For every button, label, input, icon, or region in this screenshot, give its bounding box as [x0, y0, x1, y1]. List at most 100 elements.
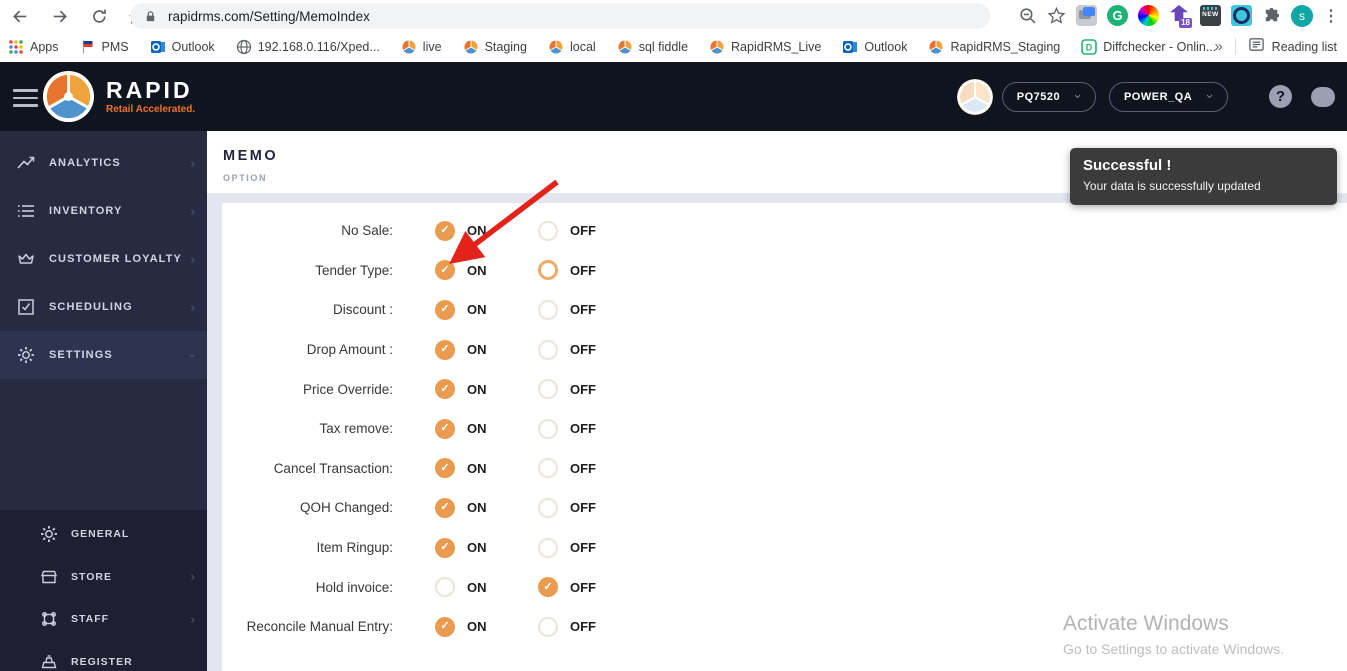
- bookmark-item[interactable]: sql fiddle: [617, 38, 688, 55]
- reading-list-button[interactable]: Reading list: [1248, 36, 1337, 58]
- browser-profile-avatar[interactable]: s: [1291, 4, 1313, 27]
- colorwheel-extension-icon[interactable]: [1138, 5, 1159, 26]
- register-icon: [38, 652, 59, 671]
- success-toast[interactable]: Successful ! Your data is successfully u…: [1070, 148, 1337, 205]
- on-radio[interactable]: ✓: [435, 616, 455, 637]
- on-radio[interactable]: ✓: [435, 339, 455, 360]
- reading-list-icon: [1248, 36, 1265, 58]
- on-label: ON: [467, 540, 487, 556]
- browser-toolbar: rapidrms.com/Setting/MemoIndex G 18 NEW …: [0, 0, 1347, 31]
- bookmark-item[interactable]: RapidRMS_Staging: [928, 38, 1060, 55]
- on-label: ON: [467, 302, 487, 318]
- sidebar-item[interactable]: ANALYTICS ›: [0, 139, 207, 187]
- option-row: No Sale: ✓ ON ✓ OFF: [222, 211, 1347, 251]
- brand-tagline: Retail Accelerated.: [106, 103, 196, 115]
- address-bar[interactable]: rapidrms.com/Setting/MemoIndex: [130, 3, 990, 29]
- check-icon: ✓: [440, 224, 450, 237]
- sidebar-item[interactable]: SCHEDULING ›: [0, 283, 207, 331]
- extension-badge: 18: [1179, 18, 1192, 28]
- option-row: Cancel Transaction: ✓ ON ✓ OFF: [222, 449, 1347, 489]
- forward-icon[interactable]: [48, 5, 70, 27]
- lock-icon: [144, 10, 157, 23]
- check-icon: ✓: [440, 263, 450, 276]
- bookmarks-overflow-icon[interactable]: »: [1214, 38, 1222, 55]
- on-radio[interactable]: ✓: [435, 577, 455, 598]
- option-label: Hold invoice:: [315, 579, 393, 595]
- off-radio[interactable]: ✓: [538, 537, 558, 558]
- register-select[interactable]: PQ7520 ›: [1001, 81, 1096, 112]
- sidebar-subitem[interactable]: GENERAL: [0, 513, 207, 556]
- on-radio[interactable]: ✓: [435, 220, 455, 241]
- off-label: OFF: [570, 223, 596, 239]
- sidebar-subitem[interactable]: REGISTER: [0, 641, 207, 671]
- sidebar-item[interactable]: SETTINGS ›: [0, 331, 207, 379]
- on-radio[interactable]: ✓: [435, 379, 455, 400]
- bookmark-item[interactable]: Outlook: [842, 39, 907, 55]
- sidebar-item[interactable]: INVENTORY ›: [0, 187, 207, 235]
- new-tab-extension-icon[interactable]: NEW: [1200, 5, 1221, 26]
- bookmark-item[interactable]: local: [548, 38, 596, 55]
- option-row: QOH Changed: ✓ ON ✓ OFF: [222, 488, 1347, 528]
- on-radio[interactable]: ✓: [435, 418, 455, 439]
- cyan-extension-icon[interactable]: [1231, 5, 1252, 26]
- off-label: OFF: [570, 342, 596, 358]
- divider: [1234, 38, 1236, 55]
- off-radio[interactable]: ✓: [538, 299, 558, 320]
- sidebar-item[interactable]: CUSTOMER LOYALTY ›: [0, 235, 207, 283]
- on-radio[interactable]: ✓: [435, 497, 455, 518]
- off-label: OFF: [570, 619, 596, 635]
- off-label: OFF: [570, 500, 596, 516]
- on-radio[interactable]: ✓: [435, 299, 455, 320]
- browser-menu-icon[interactable]: ⋮: [1323, 6, 1339, 26]
- sidebar: ANALYTICS › INVENTORY › CUSTOMER LOYALTY…: [0, 131, 207, 671]
- off-radio[interactable]: ✓: [538, 260, 558, 281]
- option-row: Price Override: ✓ ON ✓ OFF: [222, 369, 1347, 409]
- outlook-icon: [842, 39, 858, 55]
- off-radio[interactable]: ✓: [538, 418, 558, 439]
- diffchecker-icon: D: [1081, 38, 1098, 55]
- check-icon: ✓: [543, 580, 553, 593]
- bookmark-item[interactable]: Outlook: [150, 39, 215, 55]
- chat-icon[interactable]: [1311, 86, 1335, 107]
- screenshot-extension-icon[interactable]: [1076, 5, 1097, 26]
- extensions-puzzle-icon[interactable]: [1262, 6, 1281, 25]
- rapid-logo[interactable]: RAPID Retail Accelerated.: [42, 70, 195, 123]
- store-icon: [38, 566, 59, 587]
- off-radio[interactable]: ✓: [538, 458, 558, 479]
- bookmark-item[interactable]: live: [401, 38, 442, 55]
- update-extension-icon[interactable]: 18: [1169, 5, 1192, 28]
- off-radio[interactable]: ✓: [538, 616, 558, 637]
- user-select[interactable]: POWER_QA ›: [1108, 81, 1228, 112]
- off-radio[interactable]: ✓: [538, 497, 558, 518]
- bookmark-star-icon[interactable]: [1047, 6, 1066, 25]
- bookmark-item[interactable]: Staging: [463, 38, 527, 55]
- chevron-icon: ›: [190, 155, 195, 171]
- off-radio[interactable]: ✓: [538, 220, 558, 241]
- sidebar-subitem[interactable]: STORE ›: [0, 556, 207, 599]
- on-radio[interactable]: ✓: [435, 537, 455, 558]
- refresh-icon[interactable]: [88, 5, 110, 27]
- help-icon[interactable]: ?: [1269, 85, 1292, 108]
- hamburger-menu-icon[interactable]: [13, 89, 38, 112]
- sidebar-subitem[interactable]: STAFF ›: [0, 598, 207, 641]
- off-radio[interactable]: ✓: [538, 577, 558, 598]
- screen: rapidrms.com/Setting/MemoIndex G 18 NEW …: [0, 0, 1347, 671]
- bookmark-item[interactable]: Apps: [8, 39, 59, 55]
- off-radio[interactable]: ✓: [538, 379, 558, 400]
- on-label: ON: [467, 421, 487, 437]
- bookmark-item[interactable]: D Diffchecker - Onlin...: [1081, 38, 1216, 55]
- chevron-icon: ›: [185, 352, 201, 358]
- zoom-out-icon[interactable]: [1018, 6, 1037, 25]
- bookmark-item[interactable]: RapidRMS_Live: [709, 38, 821, 55]
- on-radio[interactable]: ✓: [435, 458, 455, 479]
- bookmarks-bar: Apps PMS Outlook 192.168.0.116/Xped... l…: [0, 31, 1347, 62]
- url-text: rapidrms.com/Setting/MemoIndex: [168, 8, 370, 24]
- user-avatar[interactable]: [956, 78, 993, 115]
- bookmark-item[interactable]: 192.168.0.116/Xped...: [236, 39, 380, 55]
- bookmark-item[interactable]: PMS: [80, 39, 129, 55]
- on-radio[interactable]: ✓: [435, 260, 455, 281]
- off-radio[interactable]: ✓: [538, 339, 558, 360]
- on-label: ON: [467, 460, 487, 476]
- back-icon[interactable]: [9, 5, 31, 27]
- grammarly-extension-icon[interactable]: G: [1107, 5, 1128, 26]
